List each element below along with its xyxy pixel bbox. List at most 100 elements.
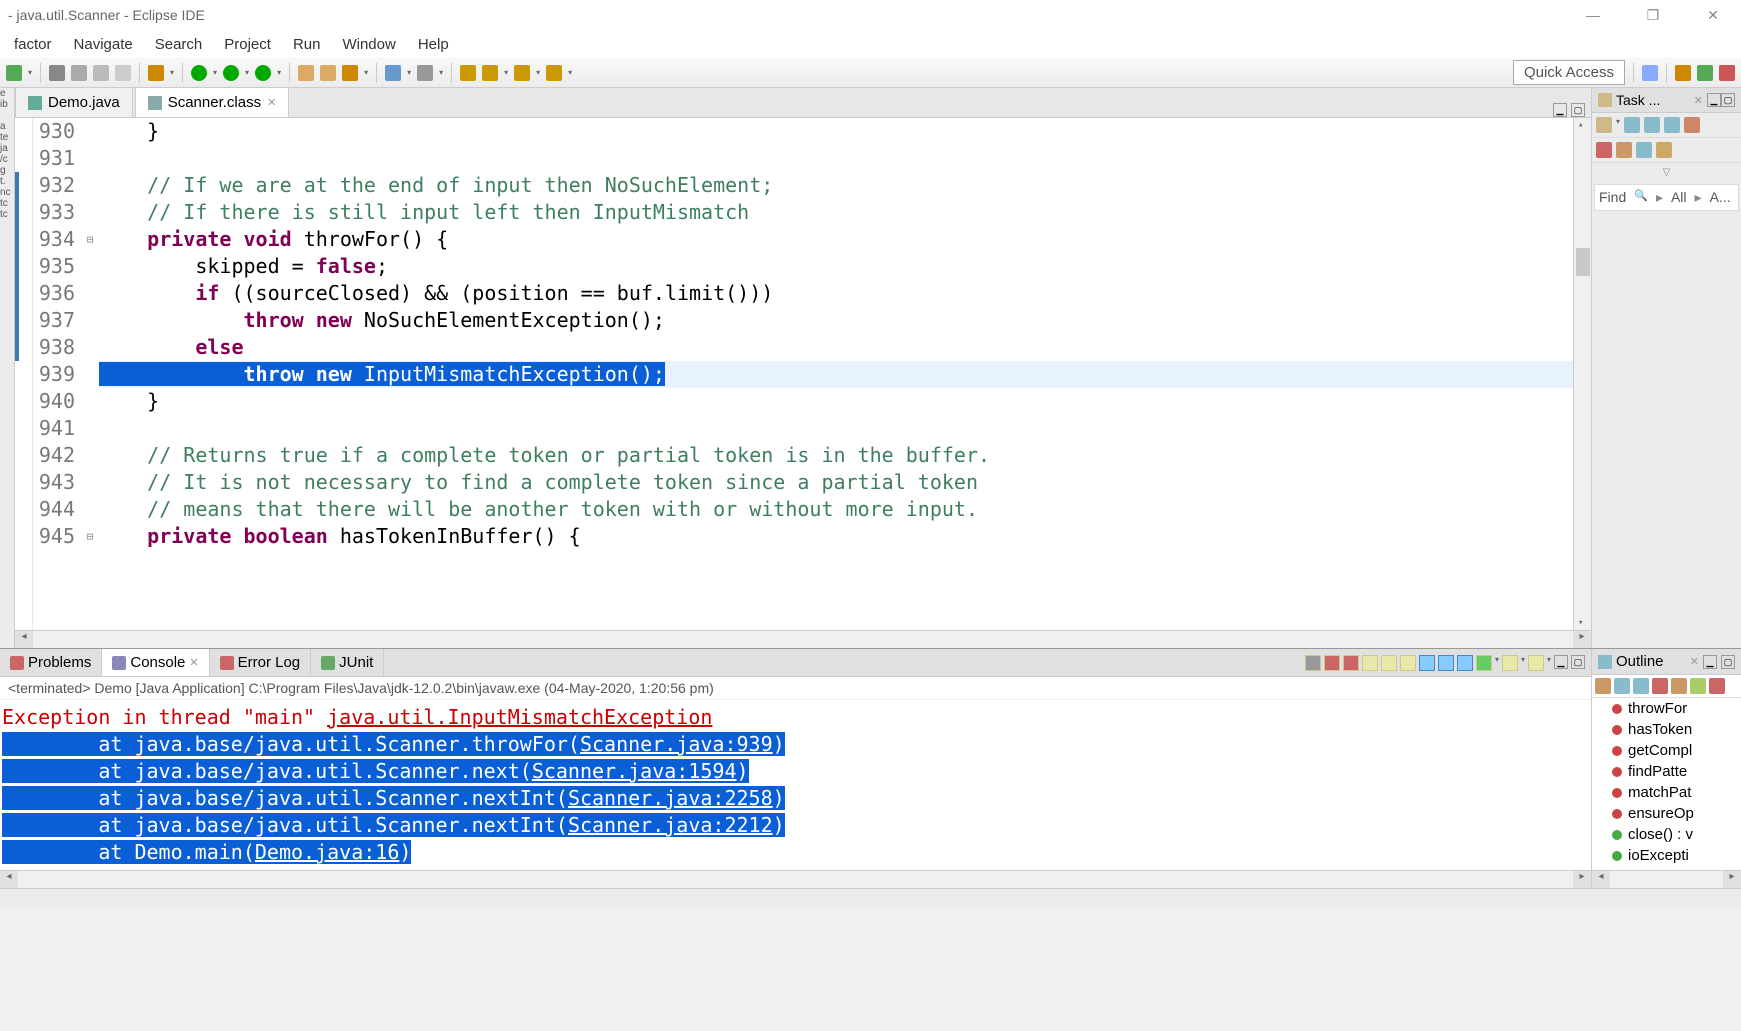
stack-trace-link[interactable]: Demo.java:16 bbox=[255, 840, 400, 864]
new-dropdown[interactable]: ▾ bbox=[28, 68, 32, 77]
outline-min-icon[interactable]: ▁ bbox=[1703, 655, 1717, 669]
task-max-icon[interactable]: ▢ bbox=[1721, 93, 1735, 107]
outline-item[interactable]: throwFor bbox=[1592, 698, 1741, 719]
code-line[interactable]: // If we are at the end of input then No… bbox=[99, 172, 1573, 199]
console-line[interactable]: at java.base/java.util.Scanner.nextInt(S… bbox=[2, 812, 1589, 839]
terminate-icon[interactable] bbox=[1305, 655, 1321, 671]
menu-window[interactable]: Window bbox=[332, 32, 405, 57]
team-perspective-icon[interactable] bbox=[1719, 65, 1735, 81]
scroll-left-icon[interactable]: ◂ bbox=[15, 631, 33, 648]
console-line[interactable]: Exception in thread "main" java.util.Inp… bbox=[2, 704, 1589, 731]
last-edit-dropdown[interactable]: ▾ bbox=[536, 68, 540, 77]
task-find-bar[interactable]: Find🔍 ▸ All ▸ A... bbox=[1594, 184, 1739, 211]
tab-close-icon[interactable]: ✕ bbox=[267, 96, 276, 109]
open-type-dropdown[interactable]: ▾ bbox=[364, 68, 368, 77]
console-output[interactable]: Exception in thread "main" java.util.Inp… bbox=[0, 700, 1591, 870]
hscroll-track[interactable] bbox=[18, 871, 1573, 888]
tab-console[interactable]: Console✕ bbox=[102, 649, 209, 676]
console-dd2[interactable]: ▾ bbox=[1521, 655, 1525, 671]
stack-trace-link[interactable]: java.util.InputMismatchException bbox=[327, 705, 712, 729]
new-package-icon[interactable] bbox=[298, 65, 314, 81]
next-edit-icon[interactable] bbox=[546, 65, 562, 81]
hide-icon[interactable] bbox=[1636, 142, 1652, 158]
new-icon[interactable] bbox=[6, 65, 22, 81]
coverage-icon[interactable] bbox=[223, 65, 239, 81]
print-icon[interactable] bbox=[93, 65, 109, 81]
code-area[interactable]: 9309319329339349359369379389399409419429… bbox=[15, 118, 1591, 630]
code-line[interactable]: private boolean hasTokenInBuffer() { bbox=[99, 523, 1573, 550]
code-line[interactable]: else bbox=[99, 334, 1573, 361]
code-line[interactable] bbox=[99, 145, 1573, 172]
word-wrap-icon[interactable] bbox=[1400, 655, 1416, 671]
console-line[interactable]: at java.base/java.util.Scanner.nextInt(S… bbox=[2, 785, 1589, 812]
display-icon[interactable] bbox=[1438, 655, 1454, 671]
pin-icon[interactable] bbox=[1419, 655, 1435, 671]
run-icon[interactable] bbox=[191, 65, 207, 81]
tab-problems[interactable]: Problems bbox=[0, 649, 102, 676]
tab-close-icon[interactable]: ✕ bbox=[189, 656, 198, 669]
console-max-icon[interactable]: ▢ bbox=[1571, 655, 1585, 669]
stack-trace-link[interactable]: Scanner.java:1594 bbox=[532, 759, 737, 783]
code-line[interactable]: private void throwFor() { bbox=[99, 226, 1573, 253]
focus-icon[interactable] bbox=[1664, 117, 1680, 133]
stack-trace-link[interactable]: Scanner.java:2212 bbox=[568, 813, 773, 837]
code-line[interactable]: // If there is still input left then Inp… bbox=[99, 199, 1573, 226]
filter-icon[interactable] bbox=[1616, 142, 1632, 158]
tab-scanner-class[interactable]: Scanner.class ✕ bbox=[135, 87, 290, 117]
menu-project[interactable]: Project bbox=[214, 32, 281, 57]
outline-max-icon[interactable]: ▢ bbox=[1721, 655, 1735, 669]
scroll-left-icon[interactable]: ◂ bbox=[1592, 871, 1610, 888]
new-console-icon[interactable] bbox=[1528, 655, 1544, 671]
hscroll-track[interactable] bbox=[1610, 871, 1723, 888]
tab-junit[interactable]: JUnit bbox=[311, 649, 384, 676]
tab-error-log[interactable]: Error Log bbox=[210, 649, 312, 676]
menu-search[interactable]: Search bbox=[145, 32, 213, 57]
save-all-icon[interactable] bbox=[71, 65, 87, 81]
annotation-icon[interactable] bbox=[417, 65, 433, 81]
outline-hscroll[interactable]: ◂ ▸ bbox=[1592, 870, 1741, 888]
expand-icon[interactable]: ▽ bbox=[1592, 163, 1741, 182]
quick-access-input[interactable]: Quick Access bbox=[1513, 60, 1625, 85]
code-line[interactable]: // Returns true if a complete token or p… bbox=[99, 442, 1573, 469]
collapse-icon[interactable] bbox=[1596, 142, 1612, 158]
console-dd3[interactable]: ▾ bbox=[1547, 655, 1551, 671]
new-class-icon[interactable] bbox=[320, 65, 336, 81]
horizontal-scrollbar[interactable]: ◂ ▸ bbox=[15, 630, 1591, 648]
maximize-button[interactable]: ❐ bbox=[1633, 7, 1673, 24]
outline-item[interactable]: ensureOp bbox=[1592, 803, 1741, 824]
code-line[interactable]: } bbox=[99, 388, 1573, 415]
close-button[interactable]: ✕ bbox=[1693, 7, 1733, 24]
fold-toggle-icon[interactable]: ⊟ bbox=[81, 523, 99, 550]
run-dropdown[interactable]: ▾ bbox=[213, 68, 217, 77]
link-icon[interactable] bbox=[1656, 142, 1672, 158]
scroll-up-icon[interactable]: ▴ bbox=[1578, 120, 1583, 130]
vertical-scrollbar[interactable]: ▴ ▾ bbox=[1573, 118, 1591, 630]
search-icon[interactable] bbox=[385, 65, 401, 81]
console-dd[interactable]: ▾ bbox=[1495, 655, 1499, 671]
build-icon[interactable] bbox=[115, 65, 131, 81]
outline-item[interactable]: matchPat bbox=[1592, 782, 1741, 803]
forward-icon[interactable] bbox=[482, 65, 498, 81]
scroll-thumb[interactable] bbox=[1576, 248, 1590, 276]
scroll-lock-icon[interactable] bbox=[1381, 655, 1397, 671]
scroll-down-icon[interactable]: ▾ bbox=[1578, 618, 1583, 628]
debug-perspective-icon[interactable] bbox=[1697, 65, 1713, 81]
code-line[interactable]: throw new InputMismatchException(); bbox=[99, 361, 1573, 388]
hscroll-track[interactable] bbox=[33, 631, 1573, 648]
menu-help[interactable]: Help bbox=[408, 32, 459, 57]
min-console-icon[interactable] bbox=[1502, 655, 1518, 671]
code-line[interactable]: throw new NoSuchElementException(); bbox=[99, 307, 1573, 334]
task-close-icon[interactable]: ✕ bbox=[1694, 94, 1703, 107]
perspective-icon[interactable] bbox=[1642, 65, 1658, 81]
outline-item[interactable]: findPatte bbox=[1592, 761, 1741, 782]
debug-config-icon[interactable] bbox=[148, 65, 164, 81]
hide-static-icon[interactable] bbox=[1633, 678, 1649, 694]
console-line[interactable]: at java.base/java.util.Scanner.throwFor(… bbox=[2, 731, 1589, 758]
back-icon[interactable] bbox=[460, 65, 476, 81]
maximize-editor-icon[interactable]: ▢ bbox=[1571, 103, 1585, 117]
run-last-dropdown[interactable]: ▾ bbox=[277, 68, 281, 77]
hide-local-icon[interactable] bbox=[1671, 678, 1687, 694]
code-line[interactable]: skipped = false; bbox=[99, 253, 1573, 280]
menu-run[interactable]: Run bbox=[283, 32, 331, 57]
run-last-icon[interactable] bbox=[255, 65, 271, 81]
